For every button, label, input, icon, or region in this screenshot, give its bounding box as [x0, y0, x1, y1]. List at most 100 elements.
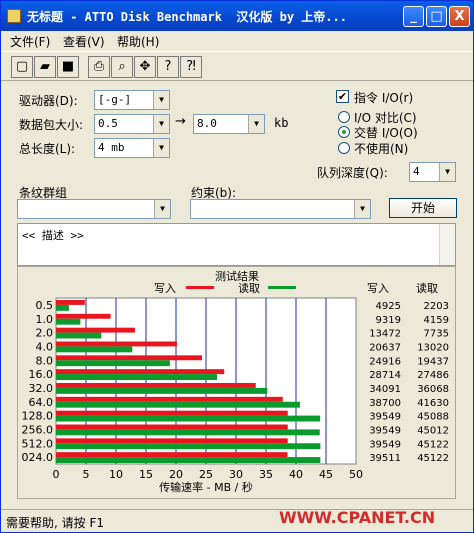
packet-size-from-select[interactable]: 0.5 ▼ [94, 114, 170, 134]
y-category-label: 024.0 [22, 451, 54, 464]
read-bar [56, 318, 81, 325]
arrow-right-icon: → [175, 114, 186, 129]
direct-io-checkbox[interactable]: ✔ [336, 90, 349, 103]
print-preview-icon[interactable]: ⌕ [111, 56, 133, 78]
queue-depth-select[interactable]: 4 ▼ [409, 162, 456, 182]
total-length-label: 总长度(L): [19, 142, 76, 156]
y-category-label: 8.0 [36, 354, 54, 367]
write-value: 4925 [376, 301, 401, 312]
read-value: 36068 [417, 384, 449, 395]
write-bar [56, 383, 256, 388]
title-bar[interactable]: 无标题 - ATTO Disk Benchmark 汉化版 by 上帝... _… [1, 1, 473, 31]
read-value: 13020 [417, 342, 449, 353]
close-button[interactable]: X [449, 6, 470, 27]
window-title: 无标题 - ATTO Disk Benchmark 汉化版 by 上帝... [27, 10, 347, 24]
y-category-label: 1.0 [36, 313, 54, 326]
write-bar [56, 369, 225, 375]
io-compare-radio[interactable] [338, 111, 350, 123]
chevron-down-icon[interactable]: ▼ [439, 163, 455, 181]
y-category-label: 64.0 [29, 396, 54, 409]
write-bar [56, 424, 288, 430]
write-value: 13472 [369, 329, 401, 340]
x-tick-label: 10 [109, 468, 123, 481]
write-value: 20637 [369, 342, 401, 353]
packet-size-label: 数据包大小: [19, 118, 84, 132]
read-value: 45088 [417, 412, 449, 423]
total-length-value: 4 mb [98, 141, 125, 154]
read-bar [56, 387, 268, 394]
overlapped-io-label: 交替 I/O(O) [354, 126, 418, 140]
x-tick-label: 35 [259, 468, 273, 481]
start-button[interactable]: 开始 [389, 198, 457, 218]
y-category-label: 4.0 [36, 340, 54, 353]
minimize-button[interactable]: _ [403, 6, 424, 27]
legend-write-swatch [186, 286, 214, 289]
write-bar [56, 300, 85, 305]
menu-file[interactable]: 文件(F) [10, 33, 50, 50]
neither-radio[interactable] [338, 142, 350, 154]
description-textarea[interactable]: << 描述 >> [17, 223, 456, 266]
menu-view[interactable]: 查看(V) [63, 33, 105, 50]
description-scrollbar[interactable] [439, 224, 455, 265]
save-icon[interactable]: ■ [57, 56, 79, 78]
y-category-label: 512.0 [22, 437, 54, 450]
drive-select[interactable]: [-g-] ▼ [94, 90, 170, 110]
y-category-label: 256.0 [22, 423, 54, 436]
read-bar [56, 401, 300, 408]
chevron-down-icon[interactable]: ▼ [154, 200, 170, 218]
x-tick-label: 45 [319, 468, 333, 481]
column-header-write: 写入 [367, 282, 389, 295]
y-category-label: 128.0 [22, 410, 54, 423]
chevron-down-icon[interactable]: ▼ [153, 91, 169, 109]
write-bar [56, 452, 288, 458]
open-folder-icon[interactable]: ▰ [34, 56, 56, 78]
read-value: 41630 [417, 398, 449, 409]
write-bar [56, 438, 288, 444]
watermark-text: WWW.CPANET.CN [279, 508, 436, 527]
new-file-icon[interactable]: ▢ [11, 56, 33, 78]
read-bar [56, 332, 102, 339]
overlapped-io-radio[interactable] [338, 126, 350, 138]
write-value: 34091 [369, 384, 401, 395]
legend-read-swatch [268, 286, 296, 289]
chevron-down-icon[interactable]: ▼ [248, 115, 264, 133]
context-help-icon[interactable]: ⁈ [180, 56, 202, 78]
chevron-down-icon[interactable]: ▼ [354, 200, 370, 218]
results-panel: 测试结果 写入 读取 写入 读取 0 5 10 15 20 25 30 35 40 45 50 传输速率 - M… [17, 266, 456, 499]
packet-from-value: 0.5 [98, 117, 118, 130]
print-icon[interactable]: ⎙ [88, 56, 110, 78]
write-value: 39511 [369, 453, 401, 464]
legend-write-label: 写入 [154, 282, 176, 295]
read-value: 45122 [417, 439, 449, 450]
total-length-select[interactable]: 4 mb ▼ [94, 138, 170, 158]
y-category-label: 32.0 [29, 382, 54, 395]
x-tick-label: 0 [53, 468, 60, 481]
packet-unit: kb [274, 116, 289, 130]
write-value: 39549 [369, 412, 401, 423]
y-category-label: 0.5 [36, 299, 54, 312]
description-text: << 描述 >> [22, 229, 84, 242]
packet-to-value: 8.0 [197, 117, 217, 130]
x-tick-label: 40 [289, 468, 303, 481]
read-value: 19437 [417, 356, 449, 367]
write-value: 9319 [376, 315, 401, 326]
y-category-label: 16.0 [29, 368, 54, 381]
constraint-select[interactable]: ▼ [190, 199, 371, 219]
x-tick-label: 25 [199, 468, 213, 481]
stripe-group-select[interactable]: ▼ [17, 199, 171, 219]
menu-help[interactable]: 帮助(H) [117, 33, 159, 50]
maximize-button[interactable]: □ [426, 6, 447, 27]
write-value: 24916 [369, 356, 401, 367]
write-bar [56, 327, 135, 333]
move-icon[interactable]: ✥ [134, 56, 156, 78]
chevron-down-icon[interactable]: ▼ [153, 115, 169, 133]
read-bar [56, 443, 321, 450]
packet-size-to-select[interactable]: 8.0 ▼ [193, 114, 265, 134]
write-bar [56, 313, 111, 319]
read-value: 7735 [424, 329, 449, 340]
help-icon[interactable]: ? [157, 56, 179, 78]
results-chart: 测试结果写入 读取 写入 读取0 5 10 15 20 25 30 35 40 45 50传输速率 - M… [22, 270, 450, 494]
legend-read-label: 读取 [238, 281, 260, 295]
chevron-down-icon[interactable]: ▼ [153, 139, 169, 157]
read-value: 27486 [417, 370, 449, 381]
